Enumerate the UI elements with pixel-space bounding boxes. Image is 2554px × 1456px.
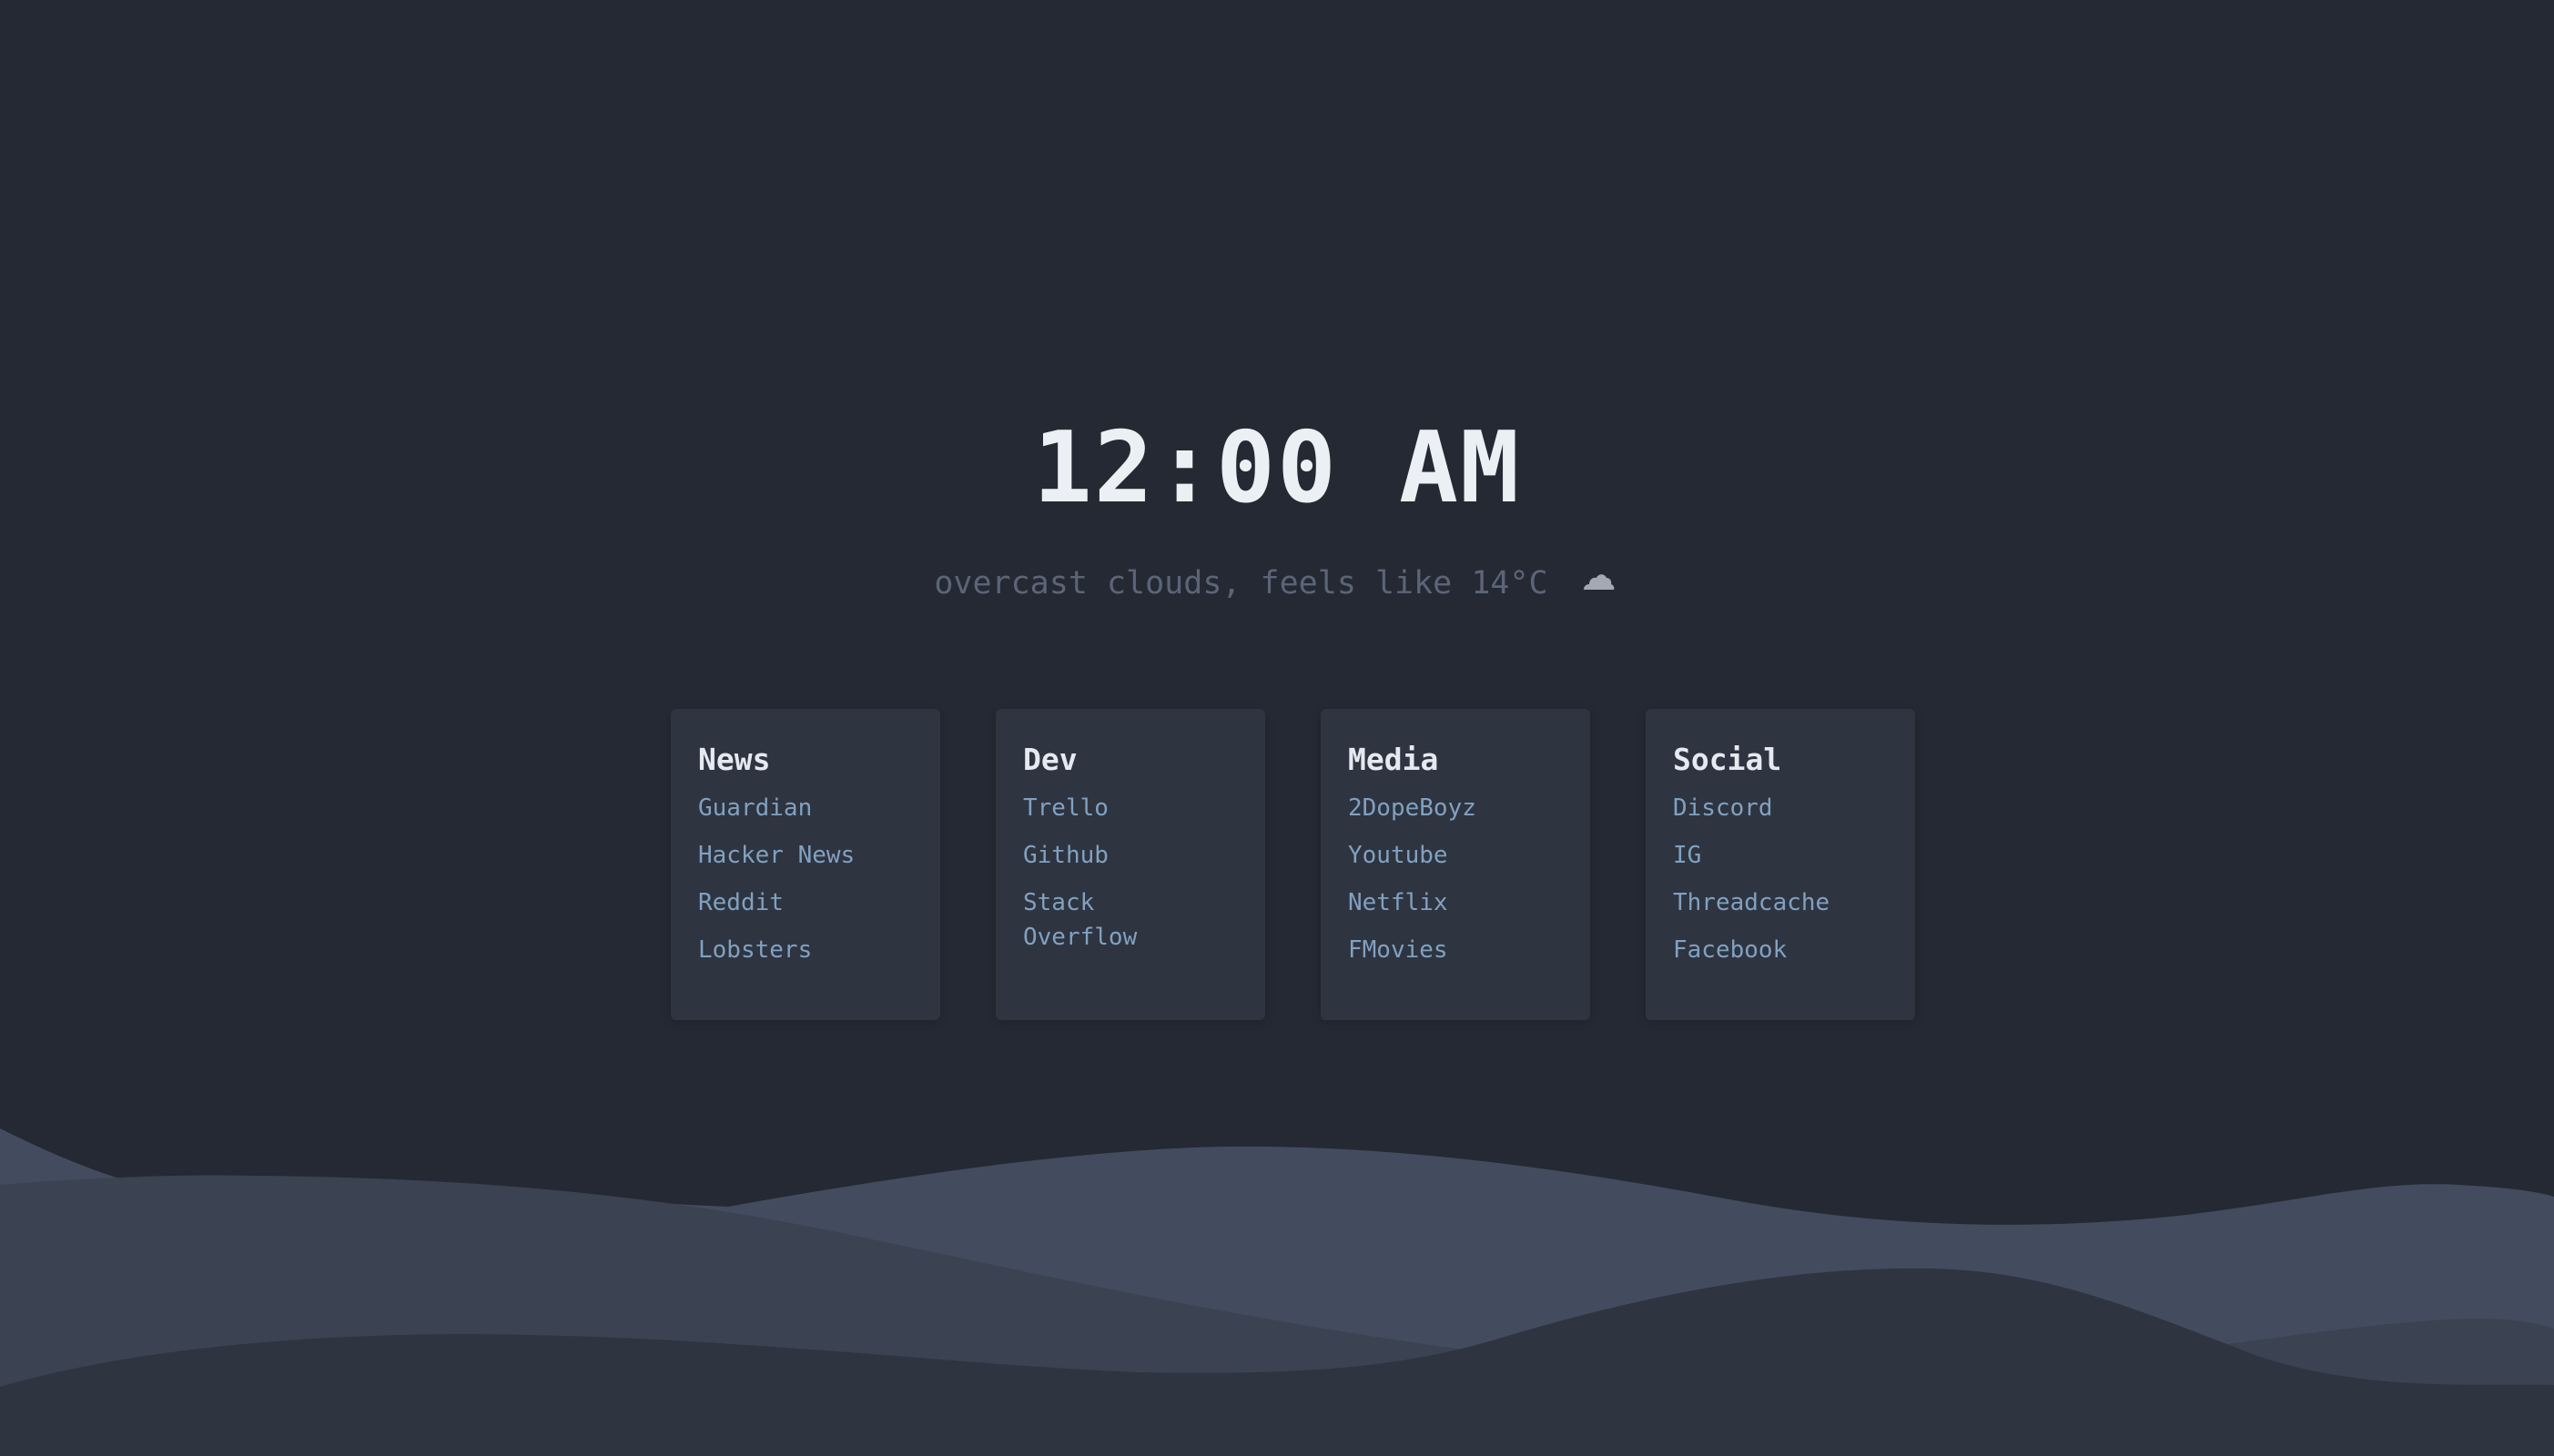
link-facebook[interactable]: Facebook — [1673, 933, 1787, 967]
link-list: Trello Github Stack Overflow — [1023, 791, 1205, 955]
list-item: 2DopeBoyz — [1348, 791, 1530, 825]
card-dev: Dev Trello Github Stack Overflow — [996, 709, 1265, 1020]
list-item: FMovies — [1348, 933, 1530, 967]
link-youtube[interactable]: Youtube — [1348, 838, 1448, 873]
list-item: IG — [1673, 838, 1855, 873]
card-social: Social Discord IG Threadcache Facebook — [1646, 709, 1915, 1020]
link-netflix[interactable]: Netflix — [1348, 885, 1448, 920]
list-item: Facebook — [1673, 933, 1855, 967]
link-trello[interactable]: Trello — [1023, 791, 1109, 825]
list-item: Lobsters — [698, 933, 880, 967]
list-item: Hacker News — [698, 838, 880, 873]
link-ig[interactable]: IG — [1673, 838, 1701, 873]
list-item: Github — [1023, 838, 1205, 873]
weather-summary: overcast clouds, feels like 14°C — [0, 561, 2554, 606]
link-guardian[interactable]: Guardian — [698, 791, 812, 825]
link-fmovies[interactable]: FMovies — [1348, 933, 1448, 967]
list-item: Youtube — [1348, 838, 1530, 873]
bookmark-cards: News Guardian Hacker News Reddit Lobster… — [671, 709, 1915, 1020]
link-lobsters[interactable]: Lobsters — [698, 933, 812, 967]
list-item: Discord — [1673, 791, 1855, 825]
card-news: News Guardian Hacker News Reddit Lobster… — [671, 709, 940, 1020]
link-2dopeboyz[interactable]: 2DopeBoyz — [1348, 791, 1476, 825]
list-item: Reddit — [698, 885, 880, 920]
clock-time: 12:00 AM — [1032, 411, 1522, 525]
link-stack-overflow[interactable]: Stack Overflow — [1023, 885, 1150, 955]
link-threadcache[interactable]: Threadcache — [1673, 885, 1829, 920]
weather-description: overcast clouds, feels like 14°C — [934, 565, 1548, 602]
link-discord[interactable]: Discord — [1673, 791, 1773, 825]
startpage: 12:00 AM overcast clouds, feels like 14°… — [0, 0, 2554, 1456]
list-item: Threadcache — [1673, 885, 1855, 920]
list-item: Netflix — [1348, 885, 1530, 920]
card-title: Dev — [1023, 742, 1078, 777]
card-title: Social — [1673, 742, 1782, 777]
link-hacker-news[interactable]: Hacker News — [698, 838, 855, 873]
link-github[interactable]: Github — [1023, 838, 1109, 873]
card-media: Media 2DopeBoyz Youtube Netflix FMovies — [1321, 709, 1590, 1020]
link-list: Guardian Hacker News Reddit Lobsters — [698, 791, 880, 967]
card-title: News — [698, 742, 771, 777]
list-item: Guardian — [698, 791, 880, 825]
list-item: Stack Overflow — [1023, 885, 1205, 955]
card-title: Media — [1348, 742, 1439, 777]
cloud-moon-icon — [1580, 562, 1620, 597]
link-list: 2DopeBoyz Youtube Netflix FMovies — [1348, 791, 1530, 967]
link-reddit[interactable]: Reddit — [698, 885, 784, 920]
list-item: Trello — [1023, 791, 1205, 825]
link-list: Discord IG Threadcache Facebook — [1673, 791, 1855, 967]
